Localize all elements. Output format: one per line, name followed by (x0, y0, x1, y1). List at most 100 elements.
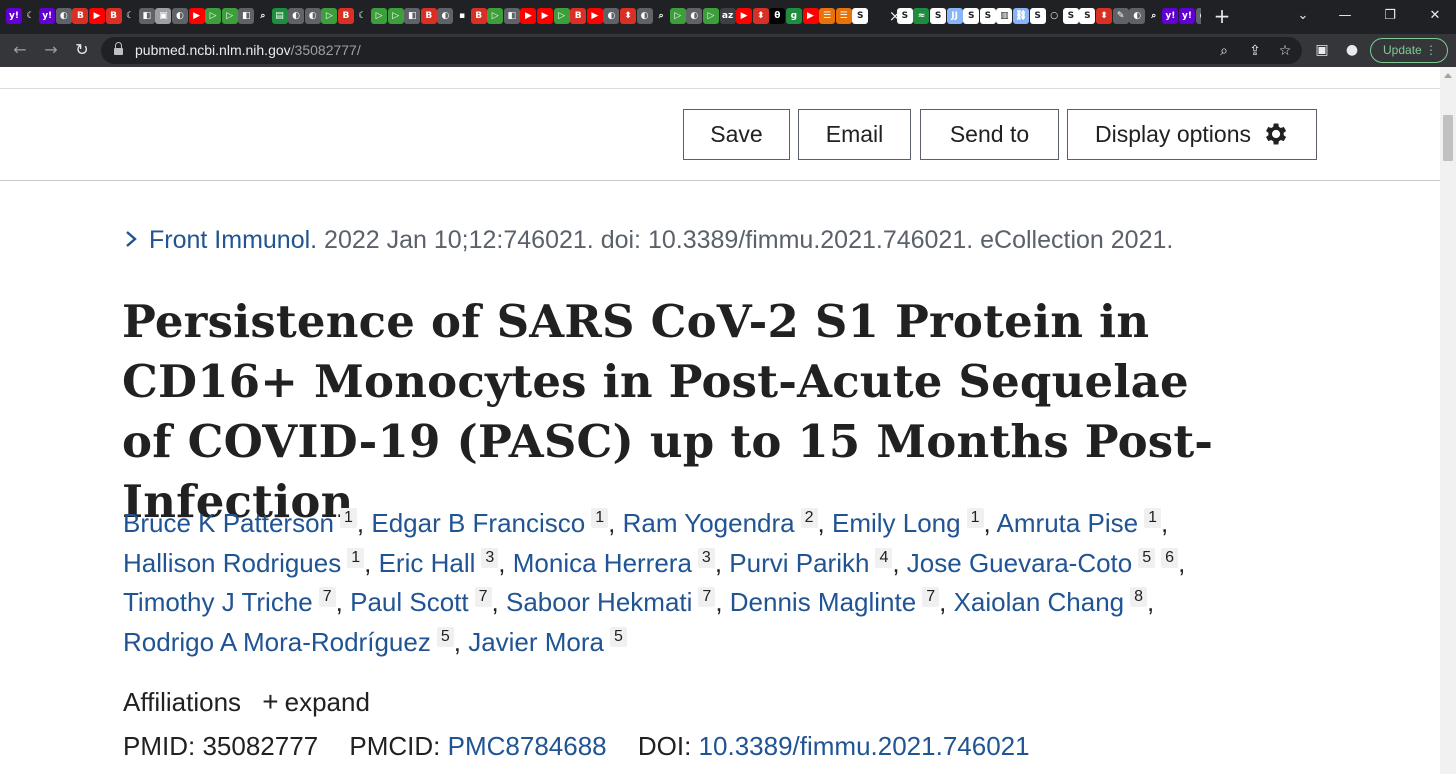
youtube-icon[interactable]: ▶ (88, 8, 105, 24)
author-link[interactable]: Dennis Maglinte (730, 587, 916, 617)
doc-icon[interactable]: JJ (946, 8, 963, 24)
yahoo-icon[interactable]: y! (1162, 8, 1179, 24)
youtube-icon[interactable]: ▶ (537, 8, 553, 24)
affiliation-number[interactable]: 5 (436, 626, 454, 647)
rumble-icon[interactable]: ▷ (487, 8, 504, 24)
affiliation-number[interactable]: 1 (966, 508, 984, 528)
globe-icon[interactable]: ◐ (1195, 8, 1201, 24)
globe-icon[interactable]: ◐ (55, 8, 72, 24)
youtube-icon[interactable]: ▶ (586, 8, 603, 24)
affiliation-number[interactable]: 1 (347, 547, 365, 568)
substack-icon[interactable]: S (1029, 8, 1046, 24)
alert-icon[interactable]: ⬍ (619, 8, 636, 24)
author-link[interactable]: Monica Herrera (513, 548, 692, 578)
dark-icon[interactable]: θ (769, 8, 786, 24)
author-link[interactable]: Paul Scott (350, 587, 469, 617)
g-icon[interactable]: g (785, 8, 802, 24)
update-button[interactable]: Update ⋮ (1370, 38, 1448, 63)
globe-icon[interactable]: ◐ (603, 8, 620, 24)
bitchute-icon[interactable]: B (470, 8, 487, 24)
author-link[interactable]: Timothy J Triche (123, 587, 313, 617)
trend-icon[interactable]: ≈ (913, 8, 930, 24)
rumble-icon[interactable]: ▷ (205, 8, 222, 24)
youtube-icon[interactable]: ▶ (520, 8, 537, 24)
globe-icon[interactable]: ◐ (636, 8, 653, 24)
globe-icon[interactable]: ◐ (1129, 8, 1146, 24)
bookmark-star-icon[interactable]: ☆ (1275, 41, 1295, 61)
save-button[interactable]: Save (683, 109, 790, 160)
affiliation-number[interactable]: 7 (698, 587, 716, 607)
circle-icon[interactable]: ○ (1046, 8, 1063, 24)
author-link[interactable]: Rodrigo A Mora-Rodríguez (123, 627, 431, 657)
bitchute-icon[interactable]: B (570, 8, 587, 24)
affiliation-number[interactable]: 7 (318, 587, 336, 607)
substack-icon[interactable]: S (930, 8, 947, 24)
minimize-icon[interactable]: — (1335, 6, 1355, 26)
image-icon[interactable]: ▣ (155, 8, 172, 24)
rumble-icon[interactable]: ▷ (321, 8, 338, 24)
doc-icon[interactable]: ◧ (503, 8, 520, 24)
affiliation-number[interactable]: 3 (481, 547, 499, 568)
youtube-icon[interactable]: ▶ (736, 8, 753, 24)
author-link[interactable]: Amruta Pise (997, 508, 1139, 538)
substack-icon[interactable]: S (852, 8, 869, 24)
yahoo-icon[interactable]: y! (39, 8, 56, 24)
affiliation-number[interactable]: 1 (1144, 508, 1162, 528)
globe-icon[interactable]: ◐ (171, 8, 188, 24)
author-link[interactable]: Purvi Parikh (729, 548, 869, 578)
reload-icon[interactable]: ↻ (71, 39, 93, 61)
journal-link[interactable]: Front Immunol. (149, 226, 317, 254)
search-icon[interactable]: ⌕ (1145, 8, 1162, 24)
share-icon[interactable]: ⇪ (1245, 41, 1265, 61)
author-link[interactable]: Emily Long (832, 508, 961, 538)
affiliation-number[interactable]: 8 (1130, 587, 1148, 607)
alert-icon[interactable]: ⬍ (1096, 8, 1112, 24)
email-button[interactable]: Email (798, 109, 911, 160)
back-icon[interactable]: ← (9, 39, 31, 61)
author-link[interactable]: Saboor Hekmati (506, 587, 692, 617)
search-icon[interactable]: ⌕ (254, 8, 271, 24)
pmcid-link[interactable]: PMC8784688 (448, 731, 607, 761)
tab-close-icon[interactable]: × (886, 7, 904, 25)
zoom-icon[interactable]: ⌕ (1214, 41, 1234, 61)
affiliation-number[interactable]: 3 (697, 547, 715, 568)
affiliation-number[interactable]: 5 (1138, 547, 1156, 568)
affiliation-number[interactable]: 6 (1161, 547, 1179, 568)
stack-icon[interactable]: ☰ (819, 8, 836, 24)
author-link[interactable]: Hallison Rodrigues (123, 548, 341, 578)
globe-icon[interactable]: ◐ (437, 8, 454, 24)
bitchute-icon[interactable]: B (72, 8, 89, 24)
notes-icon[interactable]: ▤ (271, 8, 288, 24)
author-link[interactable]: Edgar B Francisco (371, 508, 585, 538)
lock-icon[interactable] (114, 42, 123, 56)
scroll-up-arrow-icon[interactable] (1444, 73, 1452, 78)
globe-icon[interactable]: ◐ (304, 8, 321, 24)
close-window-icon[interactable]: ✕ (1425, 6, 1445, 26)
affiliation-number[interactable]: 2 (800, 508, 818, 528)
url-text[interactable]: pubmed.ncbi.nlm.nih.gov/35082777/ (135, 42, 361, 58)
youtube-icon[interactable]: ▶ (802, 8, 819, 24)
address-bar[interactable]: pubmed.ncbi.nlm.nih.gov/35082777/ ⌕ ⇪ ☆ (101, 37, 1302, 64)
yahoo-icon[interactable]: y! (6, 8, 22, 24)
doi-link[interactable]: 10.3389/fimmu.2021.746021 (699, 731, 1030, 761)
scrollbar-thumb[interactable] (1443, 115, 1453, 161)
side-panel-icon[interactable]: ▣ (1312, 40, 1332, 60)
affiliation-number[interactable]: 1 (591, 508, 609, 528)
doc-icon[interactable]: ◧ (138, 8, 155, 24)
affiliation-number[interactable]: 5 (610, 626, 627, 647)
tab-search-chevron-icon[interactable]: ⌄ (1293, 6, 1313, 26)
author-link[interactable]: Javier Mora (468, 627, 604, 657)
display-options-button[interactable]: Display options (1067, 109, 1317, 160)
search-icon[interactable]: ⌕ (653, 8, 670, 24)
rumble-icon[interactable]: ▷ (553, 8, 570, 24)
affiliation-number[interactable]: 7 (922, 587, 940, 607)
author-link[interactable]: Xaiolan Chang (954, 587, 1125, 617)
forward-icon[interactable]: → (40, 39, 62, 61)
substack-icon[interactable]: S (1062, 8, 1079, 24)
rumble-icon[interactable]: ▷ (387, 8, 404, 24)
expand-affiliations-button[interactable]: + expand (248, 686, 370, 717)
crescent-icon[interactable]: ☾ (122, 8, 139, 24)
doc-icon[interactable]: ◧ (238, 8, 255, 24)
substack-icon[interactable]: S (1079, 8, 1096, 24)
rumble-icon[interactable]: ▷ (371, 8, 388, 24)
